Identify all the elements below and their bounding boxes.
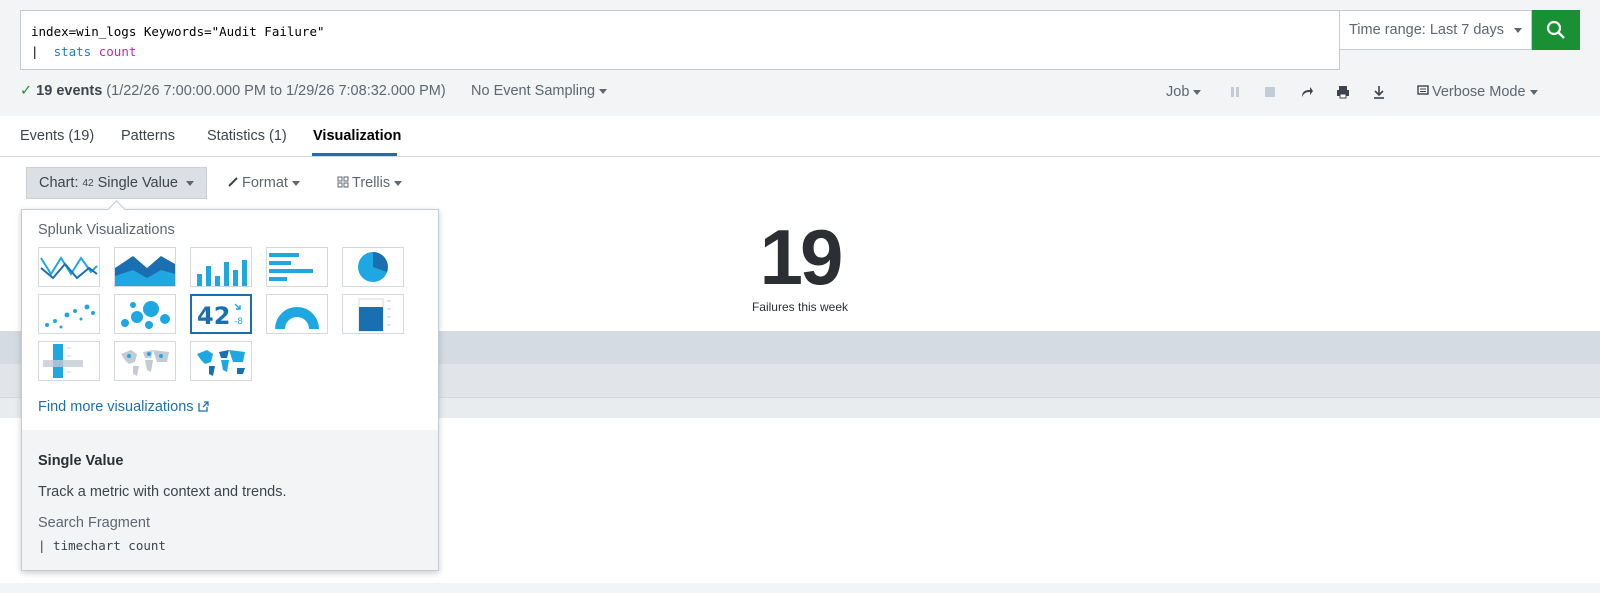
chevron-down-icon xyxy=(1514,27,1522,33)
chart-type-label: Single Value xyxy=(97,175,178,191)
grid-icon xyxy=(337,176,349,188)
time-range-label: Time range: Last 7 days xyxy=(1348,22,1504,38)
chevron-down-icon xyxy=(185,180,194,186)
event-sampling-label: No Event Sampling xyxy=(471,83,596,99)
choropleth-map-icon xyxy=(197,350,245,376)
single-value-thumb[interactable]: 42 -8 xyxy=(190,294,252,334)
cluster-map-icon xyxy=(121,350,169,376)
search-mode-dropdown[interactable]: Verbose Mode xyxy=(1417,84,1538,100)
tab-patterns[interactable]: Patterns xyxy=(121,128,175,144)
filler-gauge-icon xyxy=(358,298,391,332)
scatter-chart-icon xyxy=(45,304,95,329)
line-chart-thumb[interactable] xyxy=(38,247,100,287)
tab-statistics[interactable]: Statistics (1) xyxy=(207,128,287,144)
active-tab-indicator xyxy=(312,153,397,156)
query-function: count xyxy=(98,44,137,59)
mode-icon xyxy=(1417,85,1429,95)
brush-icon xyxy=(228,177,238,187)
choropleth-map-thumb[interactable] xyxy=(190,341,252,381)
pie-chart-icon xyxy=(358,252,388,282)
radial-gauge-icon xyxy=(275,307,319,329)
column-chart-thumb[interactable] xyxy=(190,247,252,287)
stop-button[interactable] xyxy=(1264,86,1276,102)
detail-description: Track a metric with context and trends. xyxy=(38,484,287,500)
area-chart-thumb[interactable] xyxy=(114,247,176,287)
marker-gauge-icon xyxy=(43,344,83,378)
cluster-map-thumb[interactable] xyxy=(114,341,176,381)
export-button[interactable] xyxy=(1372,85,1386,103)
single-value-number: 19 xyxy=(759,213,844,301)
pie-chart-thumb[interactable] xyxy=(342,247,404,287)
download-icon xyxy=(1374,86,1384,99)
bubble-chart-icon xyxy=(121,301,170,329)
chevron-down-icon xyxy=(394,180,403,186)
search-fragment-label: Search Fragment xyxy=(38,515,151,531)
column-chart-icon xyxy=(197,260,247,286)
query-line-1: index=win_logs Keywords="Audit Failure" xyxy=(31,24,325,39)
format-label: Format xyxy=(242,175,288,191)
trellis-label: Trellis xyxy=(352,175,391,191)
find-more-label: Find more visualizations xyxy=(38,399,194,415)
bar-chart-thumb[interactable] xyxy=(266,247,328,287)
chevron-down-icon xyxy=(291,180,300,186)
external-link-icon xyxy=(197,401,209,412)
find-more-visualizations-link[interactable]: Find more visualizations xyxy=(38,399,209,415)
line-chart-icon xyxy=(40,256,98,280)
event-count: 19 events xyxy=(36,83,103,99)
share-button[interactable] xyxy=(1300,85,1314,103)
bubble-chart-thumb[interactable] xyxy=(114,294,176,334)
search-button[interactable] xyxy=(1532,10,1580,50)
time-range-picker[interactable]: Time range: Last 7 days xyxy=(1340,10,1532,50)
radial-gauge-thumb[interactable] xyxy=(266,294,328,334)
search-fragment-code: | timechart count xyxy=(38,538,166,553)
query-command: stats xyxy=(53,44,92,59)
search-icon xyxy=(1546,20,1565,39)
check-icon: ✓ xyxy=(20,83,33,99)
share-icon xyxy=(1302,87,1313,97)
pause-icon xyxy=(1231,87,1239,97)
chart-type-button[interactable]: Chart: 42 Single Value xyxy=(26,167,207,199)
chevron-down-icon xyxy=(599,88,608,94)
trellis-button[interactable]: Trellis xyxy=(337,175,403,191)
job-menu-label: Job xyxy=(1166,84,1190,100)
area-chart-icon xyxy=(115,256,175,286)
chevron-down-icon xyxy=(1529,89,1538,95)
viz-section-heading: Splunk Visualizations xyxy=(38,222,175,238)
query-line-2: | stats count xyxy=(31,44,136,59)
pause-button[interactable] xyxy=(1229,86,1241,102)
single-value-thumb-delta: -8 xyxy=(234,317,243,327)
job-status: ✓ 19 events (1/22/26 7:00:00.000 PM to 1/… xyxy=(20,83,446,99)
results-tabs: Events (19) Patterns Statistics (1) Visu… xyxy=(0,116,1600,157)
print-button[interactable] xyxy=(1336,85,1350,103)
format-button[interactable]: Format xyxy=(227,175,300,191)
tab-visualization[interactable]: Visualization xyxy=(313,128,401,144)
chart-prefix: Chart: xyxy=(39,175,79,191)
single-value-thumb-number: 42 xyxy=(197,302,230,330)
scatter-chart-thumb[interactable] xyxy=(38,294,100,334)
single-value-icon: 42 -8 xyxy=(197,302,243,330)
job-menu[interactable]: Job xyxy=(1166,84,1202,100)
print-icon xyxy=(1337,86,1349,99)
filler-gauge-thumb[interactable] xyxy=(342,294,404,334)
event-sampling-dropdown[interactable]: No Event Sampling xyxy=(471,83,608,99)
single-value-caption: Failures this week xyxy=(751,300,849,314)
chevron-down-icon xyxy=(1193,89,1202,95)
single-value-icon: 42 xyxy=(82,177,94,189)
search-query-input[interactable]: index=win_logs Keywords="Audit Failure" … xyxy=(20,10,1340,70)
stop-icon xyxy=(1265,87,1275,97)
detail-title: Single Value xyxy=(38,453,124,469)
marker-gauge-thumb[interactable] xyxy=(38,341,100,381)
tab-events[interactable]: Events (19) xyxy=(20,128,94,144)
query-pipe: | xyxy=(31,44,54,59)
bar-chart-icon xyxy=(269,253,313,281)
time-span: (1/22/26 7:00:00.000 PM to 1/29/26 7:08:… xyxy=(106,83,446,99)
search-mode-label: Verbose Mode xyxy=(1432,84,1526,100)
